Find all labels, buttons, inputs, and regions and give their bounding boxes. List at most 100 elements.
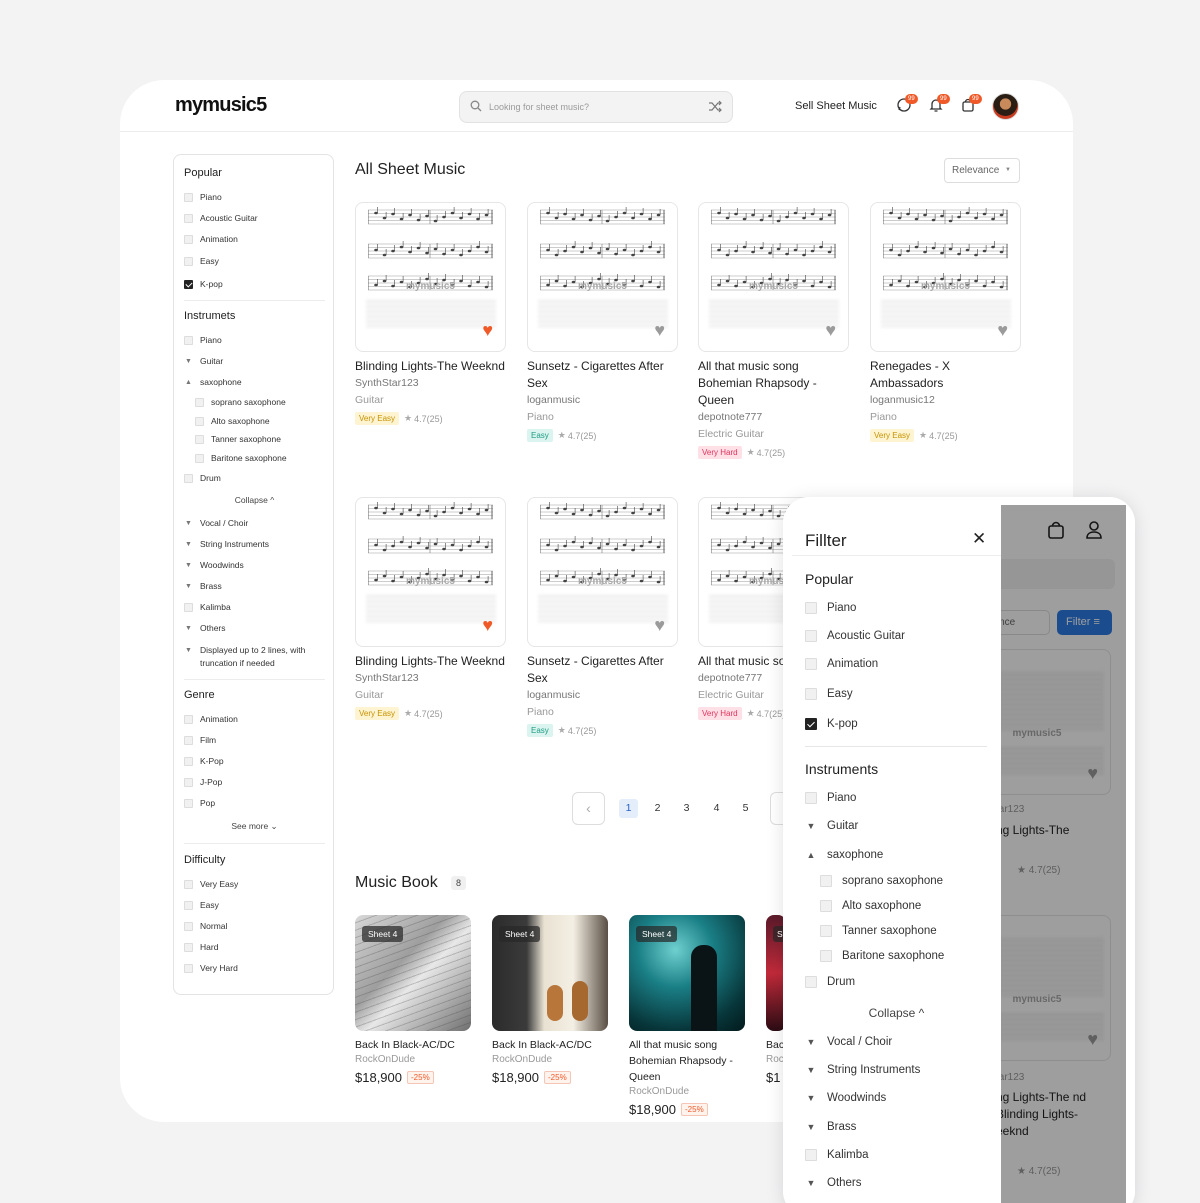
shuffle-icon[interactable] bbox=[708, 100, 722, 113]
sheet-title[interactable]: Blinding Lights-The Weeknd bbox=[355, 358, 507, 375]
filter-saxophone[interactable]: ▲ saxophone bbox=[184, 377, 242, 387]
caret-down-icon[interactable]: ▼ bbox=[805, 1122, 817, 1132]
caret-down-icon[interactable]: ▼ bbox=[184, 644, 193, 657]
book-cover[interactable]: Sheet 4 bbox=[492, 915, 608, 1031]
caret-down-icon[interactable]: ▼ bbox=[184, 583, 193, 590]
caret-down-icon[interactable]: ▼ bbox=[805, 821, 817, 831]
heart-icon[interactable]: ♥ bbox=[997, 321, 1008, 339]
m-filter-vocal[interactable]: ▼ Vocal / Choir bbox=[805, 1036, 893, 1048]
m-filter-saxophone[interactable]: ▲ saxophone bbox=[805, 849, 884, 861]
filter-string[interactable]: ▼ String Instruments bbox=[184, 539, 269, 549]
checkbox[interactable] bbox=[184, 798, 193, 808]
collapse-button[interactable]: Collapse ^ bbox=[174, 495, 335, 505]
filter-kalimba[interactable]: Kalimba bbox=[184, 602, 231, 612]
sheet-thumbnail[interactable]: mymusic5 ♥ bbox=[527, 202, 678, 352]
checkbox[interactable] bbox=[805, 688, 817, 700]
caret-up-icon[interactable]: ▲ bbox=[805, 850, 817, 860]
m-filter-soprano-sax[interactable]: soprano saxophone bbox=[820, 875, 943, 887]
filter-piano[interactable]: Piano bbox=[184, 192, 222, 202]
filter-guitar[interactable]: ▼ Guitar bbox=[184, 356, 223, 366]
m-filter-guitar[interactable]: ▼ Guitar bbox=[805, 820, 859, 832]
sheet-thumbnail[interactable]: mymusic5 ♥ bbox=[355, 202, 506, 352]
caret-down-icon[interactable]: ▼ bbox=[184, 625, 193, 632]
filter-diff-easy[interactable]: Easy bbox=[184, 900, 219, 910]
checkbox[interactable] bbox=[820, 925, 832, 937]
checkbox[interactable] bbox=[184, 756, 193, 766]
filter-genre-film[interactable]: Film bbox=[184, 735, 216, 745]
filter-inst-piano[interactable]: Piano bbox=[184, 335, 222, 345]
checkbox[interactable] bbox=[184, 256, 193, 266]
heart-icon[interactable]: ♥ bbox=[482, 616, 493, 634]
checkbox[interactable] bbox=[820, 950, 832, 962]
checkbox[interactable] bbox=[184, 735, 193, 745]
sheet-thumbnail[interactable]: mymusic5 ♥ bbox=[527, 497, 678, 647]
filter-brass[interactable]: ▼ Brass bbox=[184, 581, 222, 591]
checkbox[interactable] bbox=[195, 453, 204, 463]
checkbox[interactable] bbox=[184, 602, 193, 612]
filter-vocal[interactable]: ▼ Vocal / Choir bbox=[184, 518, 248, 528]
page-1[interactable]: 1 bbox=[619, 799, 638, 818]
checkbox[interactable] bbox=[184, 213, 193, 223]
page-3[interactable]: 3 bbox=[677, 799, 696, 818]
checkbox[interactable] bbox=[184, 942, 193, 952]
m-filter-drum[interactable]: Drum bbox=[805, 976, 855, 988]
filter-soprano-sax[interactable]: soprano saxophone bbox=[195, 397, 286, 407]
m-filter-alto-sax[interactable]: Alto saxophone bbox=[820, 900, 921, 912]
caret-down-icon[interactable]: ▼ bbox=[184, 541, 193, 548]
sheet-thumbnail[interactable]: mymusic5 ♥ bbox=[355, 497, 506, 647]
checkbox-checked[interactable] bbox=[184, 279, 193, 289]
filter-very-easy[interactable]: Very Easy bbox=[184, 879, 238, 889]
checkbox[interactable] bbox=[805, 602, 817, 614]
sell-sheet-music-link[interactable]: Sell Sheet Music bbox=[795, 100, 877, 112]
checkbox[interactable] bbox=[184, 921, 193, 931]
checkbox[interactable] bbox=[184, 900, 193, 910]
filter-genre-animation[interactable]: Animation bbox=[184, 714, 238, 724]
checkbox-checked[interactable] bbox=[805, 718, 817, 730]
caret-down-icon[interactable]: ▼ bbox=[805, 1037, 817, 1047]
caret-down-icon[interactable]: ▼ bbox=[184, 562, 193, 569]
m-filter-woodwinds[interactable]: ▼ Woodwinds bbox=[805, 1092, 887, 1104]
sheet-title[interactable]: Renegades - X Ambassadors bbox=[870, 358, 1022, 392]
book-cover[interactable]: Sheet 4 bbox=[355, 915, 471, 1031]
filter-acoustic-guitar[interactable]: Acoustic Guitar bbox=[184, 213, 258, 223]
sheet-title[interactable]: All that music song Bohemian Rhapsody - … bbox=[698, 358, 850, 409]
m-filter-kalimba[interactable]: Kalimba bbox=[805, 1149, 869, 1161]
filter-kpop[interactable]: K-pop bbox=[184, 279, 223, 289]
checkbox[interactable] bbox=[184, 714, 193, 724]
bell-icon[interactable]: 99 bbox=[928, 94, 950, 115]
checkbox[interactable] bbox=[195, 416, 204, 426]
sheet-thumbnail[interactable]: mymusic5 ♥ bbox=[870, 202, 1021, 352]
book-cover[interactable]: Sheet 4 bbox=[629, 915, 745, 1031]
checkbox[interactable] bbox=[820, 900, 832, 912]
m-filter-piano[interactable]: Piano bbox=[805, 602, 856, 614]
avatar[interactable] bbox=[992, 93, 1019, 120]
filter-drum[interactable]: Drum bbox=[184, 473, 221, 483]
book-name[interactable]: Back In Black-AC/DC bbox=[355, 1037, 475, 1053]
page-5[interactable]: 5 bbox=[736, 799, 755, 818]
checkbox[interactable] bbox=[184, 777, 193, 787]
see-more-button[interactable]: See more ⌄ bbox=[174, 821, 335, 832]
filter-alto-sax[interactable]: Alto saxophone bbox=[195, 416, 270, 426]
filter-woodwinds[interactable]: ▼ Woodwinds bbox=[184, 560, 244, 570]
caret-down-icon[interactable]: ▼ bbox=[805, 1178, 817, 1188]
m-filter-tanner-sax[interactable]: Tanner saxophone bbox=[820, 925, 937, 937]
checkbox[interactable] bbox=[805, 976, 817, 988]
caret-down-icon[interactable]: ▼ bbox=[184, 358, 193, 365]
filter-genre-kpop[interactable]: K-Pop bbox=[184, 756, 224, 766]
book-name[interactable]: All that music song Bohemian Rhapsody - … bbox=[629, 1037, 747, 1085]
filter-genre-pop[interactable]: Pop bbox=[184, 798, 215, 808]
caret-up-icon[interactable]: ▲ bbox=[184, 379, 193, 386]
filter-easy[interactable]: Easy bbox=[184, 256, 219, 266]
checkbox[interactable] bbox=[805, 630, 817, 642]
page-2[interactable]: 2 bbox=[648, 799, 667, 818]
modal-overlay[interactable] bbox=[1001, 505, 1126, 1203]
m-filter-acoustic-guitar[interactable]: Acoustic Guitar bbox=[805, 630, 905, 642]
checkbox[interactable] bbox=[184, 879, 193, 889]
page-4[interactable]: 4 bbox=[707, 799, 726, 818]
checkbox[interactable] bbox=[805, 1149, 817, 1161]
heart-icon[interactable]: ♥ bbox=[825, 321, 836, 339]
m-filter-baritone-sax[interactable]: Baritone saxophone bbox=[820, 950, 944, 962]
m-filter-easy[interactable]: Easy bbox=[805, 688, 853, 700]
collapse-button[interactable]: Collapse ^ bbox=[792, 1006, 1001, 1020]
checkbox[interactable] bbox=[805, 658, 817, 670]
